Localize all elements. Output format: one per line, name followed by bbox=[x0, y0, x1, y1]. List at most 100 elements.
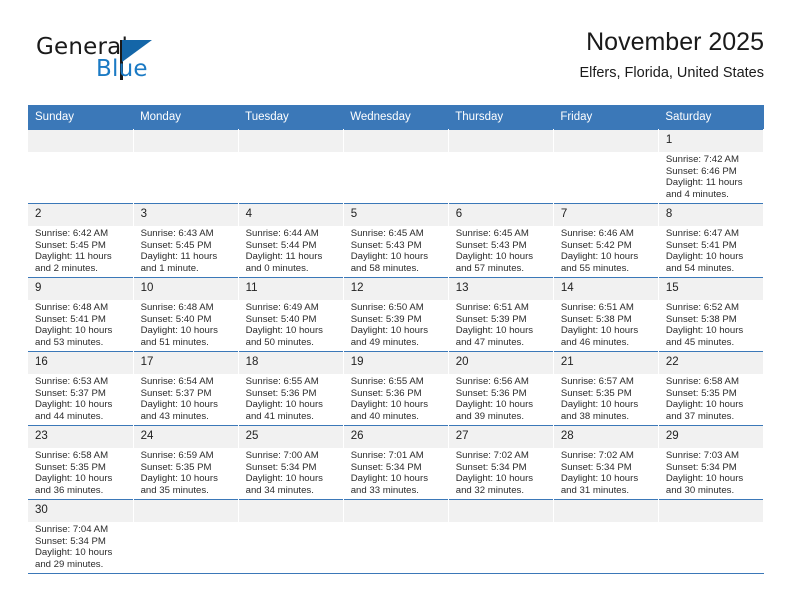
daylight-text-line2: and 34 minutes. bbox=[245, 484, 314, 496]
calendar-day-cell-empty bbox=[448, 129, 554, 204]
daylight-text-line1: Daylight: 10 hours bbox=[140, 399, 218, 411]
day-number: 2 bbox=[28, 204, 133, 226]
daylight-text-line2: and 38 minutes. bbox=[560, 410, 630, 422]
weekday-header-monday: Monday bbox=[133, 105, 239, 130]
daylight-text-line1: Daylight: 10 hours bbox=[665, 473, 744, 485]
calendar-day-cell[interactable]: 30 Sunrise: 7:04 AM Sunset: 5:34 PM Dayligh… bbox=[28, 499, 134, 574]
calendar-day-cell[interactable]: 27 Sunrise: 7:02 AM Sunset: 5:34 PM Dayligh… bbox=[448, 425, 554, 500]
day-number: 29 bbox=[658, 426, 763, 448]
day-number: 26 bbox=[343, 426, 448, 448]
daylight-text-line2: and 30 minutes. bbox=[665, 484, 735, 496]
day-details: Sunrise: 6:43 AM Sunset: 5:45 PM Daylight:… bbox=[134, 226, 238, 274]
calendar-day-cell[interactable]: 22 Sunrise: 6:58 AM Sunset: 5:35 PM Dayligh… bbox=[658, 351, 765, 426]
day-details: Sunrise: 6:55 AM Sunset: 5:36 PM Daylight:… bbox=[239, 374, 343, 422]
day-details: Sunrise: 6:42 AM Sunset: 5:45 PM Daylight:… bbox=[28, 226, 133, 274]
calendar-day-cell[interactable]: 26 Sunrise: 7:01 AM Sunset: 5:34 PM Dayligh… bbox=[343, 425, 449, 500]
day-details: Sunrise: 6:48 AM Sunset: 5:41 PM Daylight:… bbox=[28, 300, 133, 348]
daylight-text-line1: Daylight: 10 hours bbox=[665, 251, 744, 263]
sunset-text: Sunset: 5:35 PM bbox=[560, 387, 632, 399]
calendar-day-cell[interactable]: 7 Sunrise: 6:46 AM Sunset: 5:42 PM Daylight… bbox=[553, 203, 659, 278]
day-number: 8 bbox=[658, 204, 763, 226]
day-details: Sunrise: 7:01 AM Sunset: 5:34 PM Daylight:… bbox=[344, 448, 448, 496]
day-number: 22 bbox=[658, 352, 763, 374]
daylight-text-line1: Daylight: 10 hours bbox=[350, 399, 429, 411]
calendar-day-cell[interactable]: 18 Sunrise: 6:55 AM Sunset: 5:36 PM Dayligh… bbox=[238, 351, 344, 426]
calendar-day-cell[interactable]: 6 Sunrise: 6:45 AM Sunset: 5:43 PM Daylight… bbox=[448, 203, 554, 278]
calendar-day-cell[interactable]: 21 Sunrise: 6:57 AM Sunset: 5:35 PM Dayligh… bbox=[553, 351, 659, 426]
sunset-text: Sunset: 5:45 PM bbox=[35, 239, 106, 251]
calendar-day-cell[interactable]: 23 Sunrise: 6:58 AM Sunset: 5:35 PM Dayligh… bbox=[28, 425, 134, 500]
day-details: Sunrise: 7:02 AM Sunset: 5:34 PM Daylight:… bbox=[449, 448, 553, 496]
calendar-day-cell[interactable]: 17 Sunrise: 6:54 AM Sunset: 5:37 PM Dayligh… bbox=[133, 351, 239, 426]
daylight-text-line2: and 4 minutes. bbox=[665, 188, 729, 200]
calendar-day-cell[interactable]: 4 Sunrise: 6:44 AM Sunset: 5:44 PM Daylight… bbox=[238, 203, 344, 278]
calendar-day-cell[interactable]: 25 Sunrise: 7:00 AM Sunset: 5:34 PM Dayligh… bbox=[238, 425, 344, 500]
day-number bbox=[553, 130, 658, 152]
sunrise-text: Sunrise: 6:51 AM bbox=[455, 302, 529, 313]
daylight-text-line2: and 57 minutes. bbox=[455, 262, 525, 274]
day-details: Sunrise: 6:58 AM Sunset: 5:35 PM Daylight:… bbox=[28, 448, 133, 496]
day-details: Sunrise: 6:54 AM Sunset: 5:37 PM Daylight:… bbox=[134, 374, 238, 422]
calendar-day-cell[interactable]: 12 Sunrise: 6:50 AM Sunset: 5:39 PM Dayligh… bbox=[343, 277, 449, 352]
calendar-day-cell[interactable]: 5 Sunrise: 6:45 AM Sunset: 5:43 PM Daylight… bbox=[343, 203, 449, 278]
daylight-text-line2: and 44 minutes. bbox=[35, 410, 104, 422]
day-number bbox=[448, 130, 553, 152]
calendar-day-cell[interactable]: 10 Sunrise: 6:48 AM Sunset: 5:40 PM Dayligh… bbox=[133, 277, 239, 352]
calendar-day-cell-empty bbox=[133, 499, 239, 574]
sunrise-text: Sunrise: 6:47 AM bbox=[665, 228, 739, 239]
sunrise-text: Sunrise: 7:03 AM bbox=[665, 450, 739, 461]
calendar-day-cell[interactable]: 8 Sunrise: 6:47 AM Sunset: 5:41 PM Daylight… bbox=[658, 203, 765, 278]
calendar-day-cell[interactable]: 19 Sunrise: 6:55 AM Sunset: 5:36 PM Dayligh… bbox=[343, 351, 449, 426]
daylight-text-line1: Daylight: 10 hours bbox=[35, 547, 113, 559]
day-number: 15 bbox=[658, 278, 763, 300]
calendar-day-cell[interactable]: 16 Sunrise: 6:53 AM Sunset: 5:37 PM Dayligh… bbox=[28, 351, 134, 426]
calendar-day-cell-empty bbox=[343, 129, 449, 204]
calendar-day-cell[interactable]: 29 Sunrise: 7:03 AM Sunset: 5:34 PM Dayligh… bbox=[658, 425, 765, 500]
calendar-day-cell[interactable]: 1 Sunrise: 7:42 AM Sunset: 6:46 PM Daylight… bbox=[658, 129, 765, 204]
day-number: 17 bbox=[133, 352, 238, 374]
day-number: 25 bbox=[238, 426, 343, 448]
day-number: 30 bbox=[28, 500, 133, 522]
daylight-text-line1: Daylight: 10 hours bbox=[455, 399, 534, 411]
page-title: November 2025 bbox=[586, 28, 764, 56]
daylight-text-line2: and 45 minutes. bbox=[665, 336, 735, 348]
sunset-text: Sunset: 5:34 PM bbox=[245, 461, 317, 473]
day-number bbox=[133, 130, 238, 152]
weekday-header-sunday: Sunday bbox=[28, 105, 134, 130]
daylight-text-line2: and 36 minutes. bbox=[35, 484, 104, 496]
calendar-day-cell[interactable]: 2 Sunrise: 6:42 AM Sunset: 5:45 PM Daylight… bbox=[28, 203, 134, 278]
sunset-text: Sunset: 5:40 PM bbox=[245, 313, 317, 325]
day-number bbox=[343, 500, 448, 522]
weekday-header-thursday: Thursday bbox=[448, 105, 554, 130]
day-number: 19 bbox=[343, 352, 448, 374]
day-number: 12 bbox=[343, 278, 448, 300]
daylight-text-line1: Daylight: 10 hours bbox=[35, 473, 113, 485]
calendar-day-cell[interactable]: 13 Sunrise: 6:51 AM Sunset: 5:39 PM Dayligh… bbox=[448, 277, 554, 352]
sunset-text: Sunset: 5:45 PM bbox=[140, 239, 212, 251]
day-details: Sunrise: 6:57 AM Sunset: 5:35 PM Daylight:… bbox=[554, 374, 658, 422]
page-subtitle: Elfers, Florida, United States bbox=[579, 65, 764, 81]
sunrise-text: Sunrise: 6:54 AM bbox=[140, 376, 214, 387]
sunrise-text: Sunrise: 7:04 AM bbox=[35, 524, 109, 535]
day-number bbox=[28, 130, 133, 152]
calendar-day-cell[interactable]: 24 Sunrise: 6:59 AM Sunset: 5:35 PM Dayligh… bbox=[133, 425, 239, 500]
calendar-day-cell[interactable]: 15 Sunrise: 6:52 AM Sunset: 5:38 PM Dayligh… bbox=[658, 277, 765, 352]
calendar-day-cell[interactable]: 20 Sunrise: 6:56 AM Sunset: 5:36 PM Dayligh… bbox=[448, 351, 554, 426]
day-details: Sunrise: 6:51 AM Sunset: 5:38 PM Daylight:… bbox=[554, 300, 658, 348]
sunset-text: Sunset: 5:34 PM bbox=[560, 461, 632, 473]
sunrise-text: Sunrise: 6:55 AM bbox=[245, 376, 319, 387]
calendar-day-cell[interactable]: 14 Sunrise: 6:51 AM Sunset: 5:38 PM Dayligh… bbox=[553, 277, 659, 352]
day-number: 10 bbox=[133, 278, 238, 300]
daylight-text-line1: Daylight: 10 hours bbox=[560, 325, 639, 337]
daylight-text-line2: and 0 minutes. bbox=[245, 262, 309, 274]
calendar-day-cell[interactable]: 3 Sunrise: 6:43 AM Sunset: 5:45 PM Daylight… bbox=[133, 203, 239, 278]
calendar-day-cell[interactable]: 11 Sunrise: 6:49 AM Sunset: 5:40 PM Dayligh… bbox=[238, 277, 344, 352]
sunset-text: Sunset: 5:36 PM bbox=[455, 387, 527, 399]
calendar-day-cell[interactable]: 9 Sunrise: 6:48 AM Sunset: 5:41 PM Daylight… bbox=[28, 277, 134, 352]
daylight-text-line1: Daylight: 10 hours bbox=[350, 325, 429, 337]
sunset-text: Sunset: 5:41 PM bbox=[665, 239, 737, 251]
calendar-day-cell[interactable]: 28 Sunrise: 7:02 AM Sunset: 5:34 PM Dayligh… bbox=[553, 425, 659, 500]
day-details: Sunrise: 6:45 AM Sunset: 5:43 PM Daylight:… bbox=[449, 226, 553, 274]
weekday-header-friday: Friday bbox=[553, 105, 659, 130]
sunrise-text: Sunrise: 6:44 AM bbox=[245, 228, 319, 239]
